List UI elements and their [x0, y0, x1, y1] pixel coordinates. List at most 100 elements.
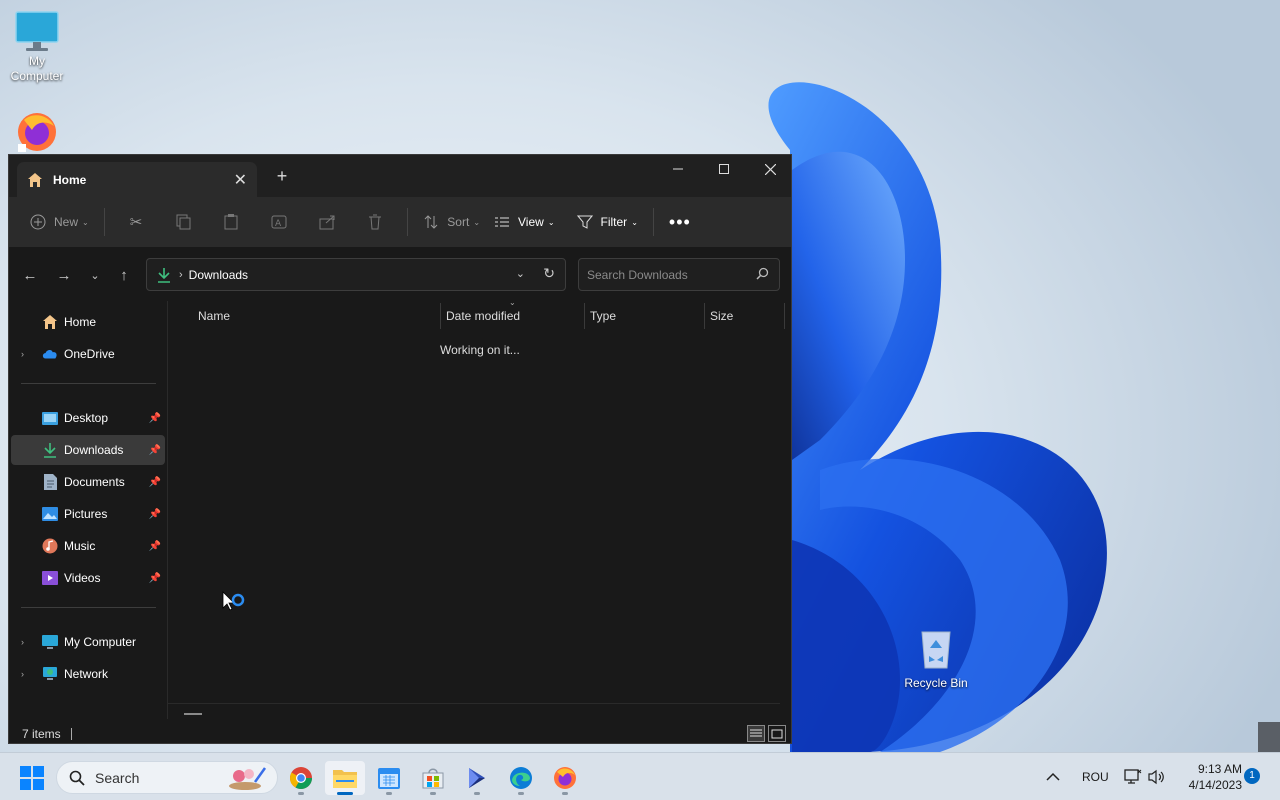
- column-divider[interactable]: [440, 303, 441, 329]
- forward-button[interactable]: →: [53, 264, 75, 286]
- rename-button[interactable]: A: [255, 206, 303, 238]
- tiles-view-button[interactable]: [768, 725, 786, 742]
- column-divider[interactable]: [584, 303, 585, 329]
- tray-overflow-button[interactable]: [1046, 753, 1060, 800]
- chrome-icon: [290, 767, 312, 789]
- taskbar-search-label: Search: [95, 769, 140, 786]
- sidebar-item-my-computer[interactable]: › My Computer: [11, 627, 165, 657]
- breadcrumb-downloads[interactable]: Downloads: [189, 268, 248, 282]
- recent-locations-button[interactable]: ⌄: [84, 264, 106, 286]
- maximize-button[interactable]: [701, 155, 747, 183]
- column-header-date-modified[interactable]: Date modified: [446, 301, 584, 331]
- details-view-button[interactable]: [747, 725, 765, 742]
- sidebar-item-label: Network: [64, 667, 109, 681]
- desktop-icon-recycle-bin[interactable]: Recycle Bin: [900, 626, 972, 691]
- close-window-button[interactable]: [747, 155, 791, 183]
- filter-icon: [576, 215, 593, 229]
- pin-icon[interactable]: 📌: [149, 541, 161, 552]
- filter-label: Filter: [600, 215, 628, 229]
- up-button[interactable]: ↑: [113, 264, 135, 286]
- tab-home[interactable]: Home ✕: [17, 162, 257, 197]
- taskbar-file-explorer[interactable]: [325, 761, 365, 795]
- command-bar: New ⌄ ✂ A Sort ⌄ View ⌄ Filter ⌄ •••: [9, 197, 791, 247]
- column-header-size[interactable]: Size: [710, 301, 784, 331]
- desktop-icon-my-computer[interactable]: My Computer: [1, 10, 73, 84]
- filter-button[interactable]: Filter ⌄: [570, 206, 645, 238]
- running-indicator: [337, 792, 353, 795]
- expand-chevron-icon[interactable]: ›: [21, 637, 24, 647]
- delete-button[interactable]: [351, 206, 399, 238]
- pin-icon[interactable]: 📌: [149, 509, 161, 520]
- pin-icon[interactable]: 📌: [149, 573, 161, 584]
- calendar-icon: [378, 768, 400, 789]
- sidebar-item-network[interactable]: › Network: [11, 659, 165, 689]
- pin-icon[interactable]: 📌: [149, 413, 161, 424]
- cut-button[interactable]: ✂: [113, 206, 160, 238]
- start-button[interactable]: [12, 761, 52, 795]
- taskbar-calendar[interactable]: [369, 761, 409, 795]
- network-status-icon[interactable]: [1124, 753, 1142, 800]
- sidebar-item-desktop[interactable]: Desktop 📌: [11, 403, 165, 433]
- copy-button[interactable]: [159, 206, 207, 238]
- taskbar: Search ROU 9:13 AM 4/14/2023 1: [0, 752, 1280, 800]
- title-bar: Home ✕ +: [9, 155, 791, 197]
- new-button[interactable]: New ⌄: [23, 206, 96, 238]
- sidebar-item-documents[interactable]: Documents 📌: [11, 467, 165, 497]
- sidebar-item-pictures[interactable]: Pictures 📌: [11, 499, 165, 529]
- new-label: New: [54, 215, 79, 229]
- pin-icon[interactable]: 📌: [149, 445, 161, 456]
- search-box[interactable]: [578, 258, 780, 291]
- taskbar-search[interactable]: Search: [56, 761, 278, 794]
- sidebar-item-home[interactable]: Home: [11, 307, 165, 337]
- refresh-icon[interactable]: ↻: [543, 265, 555, 282]
- sort-icon: [424, 215, 438, 229]
- column-divider[interactable]: [704, 303, 705, 329]
- taskbar-firefox[interactable]: [545, 761, 585, 795]
- sidebar-item-label: My Computer: [64, 635, 137, 649]
- view-button[interactable]: View ⌄: [487, 206, 562, 238]
- horizontal-scroll-track: [168, 703, 780, 704]
- pin-icon[interactable]: 📌: [149, 477, 161, 488]
- view-label: View: [518, 215, 544, 229]
- back-button[interactable]: ←: [19, 264, 41, 286]
- language-indicator[interactable]: ROU: [1082, 753, 1109, 800]
- sidebar-item-label: Desktop: [64, 411, 109, 425]
- sidebar-item-onedrive[interactable]: › OneDrive: [11, 339, 165, 369]
- firefox-icon: [554, 767, 576, 789]
- more-options-button[interactable]: •••: [662, 206, 698, 238]
- address-dropdown-icon[interactable]: ⌄: [516, 267, 525, 280]
- more-icon: •••: [668, 211, 691, 232]
- sidebar-item-downloads[interactable]: Downloads 📌: [11, 435, 165, 465]
- sidebar-item-videos[interactable]: Videos 📌: [11, 563, 165, 593]
- horizontal-scrollbar[interactable]: [184, 713, 202, 715]
- expand-chevron-icon[interactable]: ›: [21, 349, 24, 359]
- paste-button[interactable]: [207, 206, 255, 238]
- taskbar-store[interactable]: [413, 761, 453, 795]
- clock[interactable]: 9:13 AM 4/14/2023: [1176, 761, 1242, 793]
- column-header-name[interactable]: Name: [198, 301, 438, 331]
- address-bar[interactable]: › Downloads ⌄ ↻: [146, 258, 566, 291]
- column-divider[interactable]: [784, 303, 785, 329]
- column-header-type[interactable]: Type: [590, 301, 704, 331]
- expand-chevron-icon[interactable]: ›: [21, 669, 24, 679]
- clock-date: 4/14/2023: [1188, 778, 1242, 792]
- desktop-icon-firefox[interactable]: [1, 110, 73, 154]
- volume-icon[interactable]: [1148, 753, 1166, 800]
- new-tab-button[interactable]: +: [271, 165, 293, 187]
- close-tab-icon[interactable]: ✕: [234, 170, 247, 190]
- desktop-icon-label: Recycle Bin: [904, 676, 968, 690]
- share-button[interactable]: [303, 206, 351, 238]
- taskbar-edge[interactable]: [501, 761, 541, 795]
- column-label: Type: [590, 309, 617, 323]
- search-highlight-icon: [229, 767, 267, 790]
- search-input[interactable]: [587, 265, 747, 285]
- minimize-button[interactable]: [655, 155, 701, 183]
- taskbar-power-automate[interactable]: [457, 761, 497, 795]
- folder-icon: [333, 770, 357, 788]
- notification-badge[interactable]: 1: [1244, 768, 1260, 784]
- music-icon: [42, 538, 58, 554]
- tab-title: Home: [53, 172, 87, 187]
- sort-button[interactable]: Sort ⌄: [416, 206, 487, 238]
- taskbar-chrome[interactable]: [281, 761, 321, 795]
- sidebar-item-music[interactable]: Music 📌: [11, 531, 165, 561]
